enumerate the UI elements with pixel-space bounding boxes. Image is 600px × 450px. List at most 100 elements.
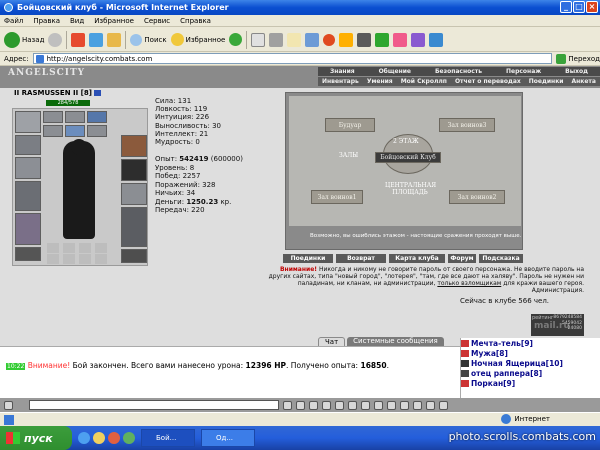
user-name[interactable]: отец раппера[8] bbox=[471, 369, 542, 378]
user-item[interactable]: Мечта-тель[9] bbox=[461, 338, 600, 348]
amulet-slot[interactable] bbox=[15, 157, 41, 179]
hint-button[interactable]: Подсказка bbox=[479, 254, 523, 263]
menu-file[interactable]: Файл bbox=[4, 17, 23, 25]
nav-exit[interactable]: Выход bbox=[565, 68, 588, 75]
nav-profile[interactable]: Анкета bbox=[572, 78, 596, 85]
info-icon[interactable] bbox=[94, 90, 102, 96]
exit-chat-icon[interactable] bbox=[439, 400, 448, 410]
search-button[interactable]: Поиск bbox=[130, 33, 167, 46]
gloves-slot[interactable] bbox=[121, 135, 147, 157]
messenger-icon[interactable] bbox=[323, 33, 336, 46]
toolbar-extra5-icon[interactable] bbox=[429, 32, 444, 47]
stop-icon[interactable] bbox=[71, 32, 86, 47]
shield-slot[interactable] bbox=[121, 159, 147, 181]
favorites-button[interactable]: Избранное bbox=[170, 33, 225, 46]
maximize-icon[interactable]: □ bbox=[573, 1, 585, 13]
earrings-slot[interactable] bbox=[15, 135, 41, 155]
user-name[interactable]: Поркан[9] bbox=[471, 379, 515, 388]
clover-icon[interactable] bbox=[375, 32, 390, 47]
boots-slot[interactable] bbox=[121, 249, 147, 263]
charm-6-icon[interactable] bbox=[63, 254, 75, 264]
user-item[interactable]: Ночная Ящерица[10] bbox=[461, 358, 600, 368]
return-button[interactable]: Возврат bbox=[336, 254, 386, 263]
site-logo[interactable]: ANGELSCITY bbox=[8, 68, 85, 78]
emote-icon[interactable] bbox=[400, 400, 409, 410]
mailru-counter[interactable]: рейтинг mail.ru 8679248584 5459042 24080 bbox=[531, 314, 584, 336]
scroll-slot-2[interactable] bbox=[65, 111, 85, 123]
charm-4-icon[interactable] bbox=[95, 243, 107, 253]
taskbar-item-fightclub[interactable]: Бой... bbox=[141, 429, 195, 447]
print-icon[interactable] bbox=[269, 32, 284, 47]
taskbar-item-other[interactable]: Од... bbox=[201, 429, 255, 447]
weapon-slot[interactable] bbox=[15, 181, 41, 211]
tab-system-messages[interactable]: Системные сообщения bbox=[347, 337, 444, 346]
menu-edit[interactable]: Правка bbox=[33, 17, 60, 25]
scroll-slot-1[interactable] bbox=[43, 111, 63, 123]
users-icon[interactable] bbox=[348, 400, 357, 410]
user-item[interactable]: Поркан[9] bbox=[461, 378, 600, 388]
nav-inventory[interactable]: Инвентарь bbox=[322, 78, 359, 85]
close-icon[interactable]: × bbox=[586, 1, 598, 13]
chat-input[interactable] bbox=[29, 400, 279, 410]
home-icon[interactable] bbox=[107, 32, 122, 47]
send-icon[interactable] bbox=[283, 400, 292, 410]
start-button[interactable]: пуск bbox=[0, 426, 72, 450]
charm-3-icon[interactable] bbox=[79, 243, 91, 253]
menu-favorites[interactable]: Избранное bbox=[94, 17, 134, 25]
tab-chat[interactable]: Чат bbox=[318, 337, 346, 346]
nav-scroll[interactable]: Мой Скроллп bbox=[401, 78, 447, 85]
room-fight-club[interactable]: Бойцовский Клуб bbox=[375, 152, 441, 163]
refresh-chat-icon[interactable] bbox=[335, 400, 344, 410]
user-name[interactable]: Мужа[8] bbox=[471, 349, 508, 358]
central-square-label[interactable]: ЦЕНТРАЛЬНАЯ ПЛОЩАДЬ bbox=[385, 182, 436, 196]
toolbar-extra4-icon[interactable] bbox=[411, 32, 426, 47]
nav-security[interactable]: Безопасность bbox=[435, 68, 482, 75]
user-name[interactable]: Ночная Ящерица[10] bbox=[471, 359, 563, 368]
nav-skills[interactable]: Умения bbox=[367, 78, 393, 85]
nav-character[interactable]: Персонаж bbox=[506, 68, 541, 75]
charm-8-icon[interactable] bbox=[95, 254, 107, 264]
nav-knowledge[interactable]: Знания bbox=[330, 68, 355, 75]
notice-hackers-link[interactable]: только взломщикам bbox=[437, 280, 501, 287]
chat-menu-icon[interactable] bbox=[4, 400, 13, 410]
discuss-icon[interactable] bbox=[305, 32, 320, 47]
scroll-slot-6[interactable] bbox=[87, 125, 107, 137]
address-url[interactable]: http://angelscity.combats.com bbox=[47, 55, 153, 63]
map-icon[interactable] bbox=[387, 400, 396, 410]
fights-button[interactable]: Поединки bbox=[283, 254, 333, 263]
app-icon[interactable] bbox=[123, 432, 135, 444]
toolbar-extra-icon[interactable] bbox=[339, 32, 354, 47]
menu-tools[interactable]: Сервис bbox=[144, 17, 170, 25]
charm-1-icon[interactable] bbox=[47, 243, 59, 253]
trade-icon[interactable] bbox=[374, 400, 383, 410]
legs-slot[interactable] bbox=[121, 207, 147, 247]
toolbar-extra2-icon[interactable] bbox=[357, 32, 372, 47]
user-item[interactable]: отец раппера[8] bbox=[461, 368, 600, 378]
player-icon[interactable] bbox=[108, 432, 120, 444]
nav-transfers[interactable]: Отчет о переводах bbox=[455, 78, 521, 85]
clear-icon[interactable] bbox=[296, 400, 305, 410]
edit-icon[interactable] bbox=[287, 32, 302, 47]
forum-button[interactable]: Форум bbox=[448, 254, 476, 263]
sound-icon[interactable] bbox=[413, 400, 422, 410]
forward-arrow-icon[interactable] bbox=[48, 32, 63, 47]
charm-7-icon[interactable] bbox=[79, 254, 91, 264]
minimize-icon[interactable]: _ bbox=[560, 1, 572, 13]
room-warriors-2[interactable]: Зал воинов2 bbox=[449, 190, 505, 204]
filter-icon[interactable] bbox=[322, 400, 331, 410]
mail-icon[interactable] bbox=[251, 32, 266, 47]
smile-icon[interactable] bbox=[309, 400, 318, 410]
address-input[interactable]: http://angelscity.combats.com bbox=[32, 53, 553, 64]
room-warriors-1[interactable]: Зал воинов1 bbox=[311, 190, 363, 204]
menu-view[interactable]: Вид bbox=[70, 17, 84, 25]
ie-icon[interactable] bbox=[78, 432, 90, 444]
ring-slot[interactable] bbox=[121, 183, 147, 205]
scroll-slot-4[interactable] bbox=[43, 125, 63, 137]
helmet-slot[interactable] bbox=[15, 111, 41, 133]
belt-slot[interactable] bbox=[15, 247, 41, 261]
scroll-slot-3[interactable] bbox=[87, 111, 107, 123]
nav-communication[interactable]: Общение bbox=[379, 68, 411, 75]
club-map-button[interactable]: Карта клуба bbox=[389, 254, 445, 263]
charm-5-icon[interactable] bbox=[47, 254, 59, 264]
armor-slot[interactable] bbox=[15, 213, 41, 245]
